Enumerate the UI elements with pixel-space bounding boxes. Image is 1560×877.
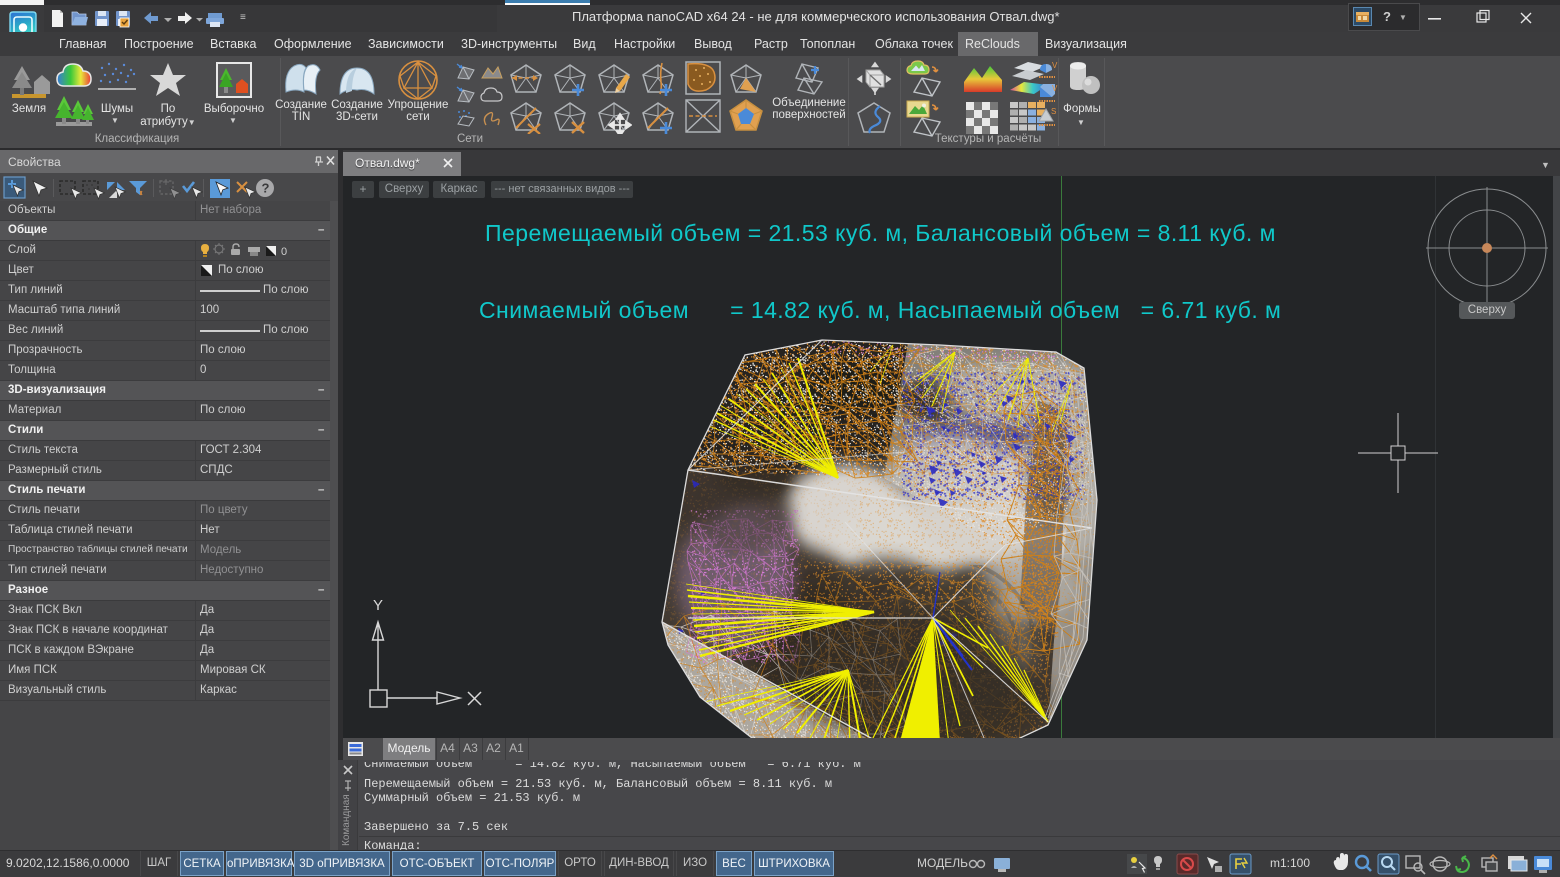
svg-text:V: V	[1052, 61, 1058, 70]
svg-text:?: ?	[262, 181, 270, 196]
svg-text:V: V	[1052, 84, 1058, 93]
svg-text:Y: Y	[373, 597, 383, 614]
svg-text:0: 0	[281, 246, 287, 258]
